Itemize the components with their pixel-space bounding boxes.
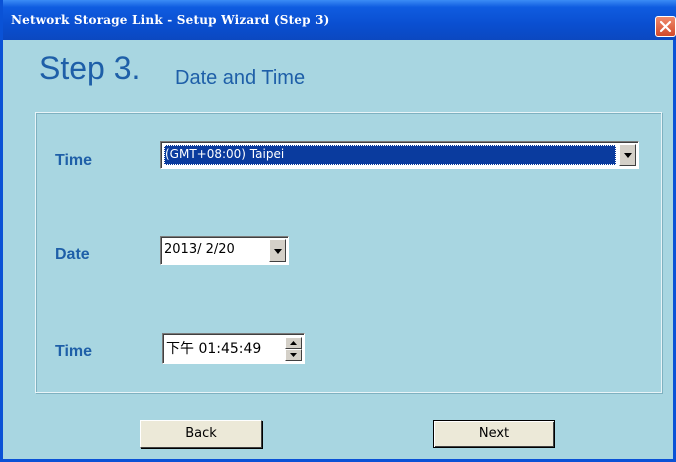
- timezone-select[interactable]: (GMT+08:00) Taipei: [160, 141, 639, 169]
- date-picker[interactable]: 2013/ 2/20: [160, 236, 289, 265]
- window-title: Network Storage Link - Setup Wizard (Ste…: [11, 13, 330, 27]
- chevron-down-icon: [274, 248, 282, 254]
- arrow-up-icon: [290, 341, 297, 345]
- wizard-window: Network Storage Link - Setup Wizard (Ste…: [0, 0, 676, 462]
- time-spinner[interactable]: 下午 01:45:49: [162, 333, 305, 364]
- time-spin-buttons: [285, 337, 302, 361]
- next-button[interactable]: Next: [433, 420, 555, 448]
- time-value: 下午 01:45:49: [166, 341, 262, 357]
- date-value: 2013/ 2/20: [164, 242, 235, 257]
- close-icon: [659, 20, 672, 33]
- timezone-label: Time: [55, 152, 93, 169]
- arrow-down-icon: [290, 353, 297, 357]
- title-bar[interactable]: Network Storage Link - Setup Wizard (Ste…: [3, 0, 676, 40]
- close-button[interactable]: [655, 16, 676, 37]
- step-number: Step 3.: [39, 50, 141, 86]
- back-button[interactable]: Back: [140, 420, 262, 448]
- time-decrement-button[interactable]: [285, 349, 302, 361]
- date-label: Date: [55, 246, 90, 263]
- chevron-down-icon: [624, 153, 632, 158]
- time-label: Time: [55, 343, 93, 360]
- timezone-selected-value: (GMT+08:00) Taipei: [164, 145, 616, 165]
- time-increment-button[interactable]: [285, 337, 302, 349]
- page-title: Date and Time: [175, 67, 306, 89]
- date-dropdown-button[interactable]: [269, 239, 286, 262]
- timezone-dropdown-button[interactable]: [619, 144, 636, 166]
